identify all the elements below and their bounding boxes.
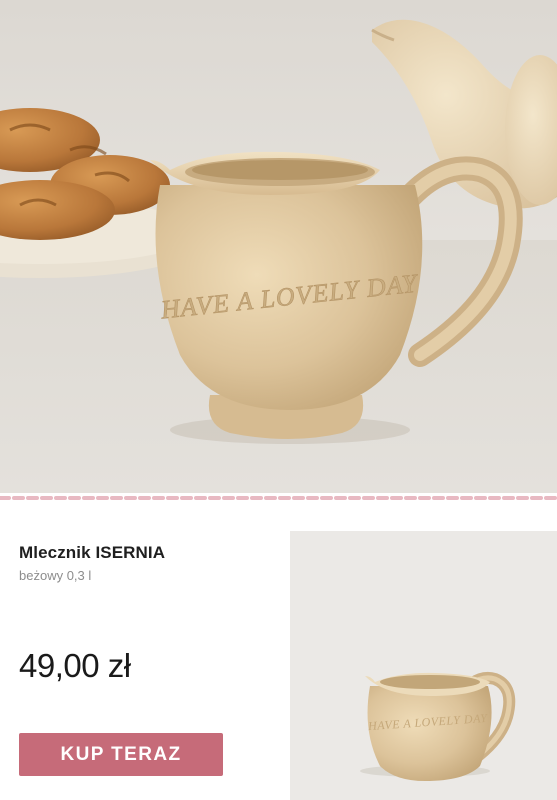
product-variant: beżowy 0,3 l [19,568,92,583]
product-title[interactable]: Mlecznik ISERNIA [19,543,165,563]
buy-now-button[interactable]: KUP TERAZ [19,733,223,776]
product-price: 49,00 zł [19,647,131,684]
hero-product-image: HAVE A LOVELY DAY [0,0,557,493]
product-info-panel: Mlecznik ISERNIA beżowy 0,3 l 49,00 zł K… [0,510,290,800]
dashed-divider [0,493,557,510]
product-thumbnail[interactable]: HAVE A LOVELY DAY [290,531,557,800]
